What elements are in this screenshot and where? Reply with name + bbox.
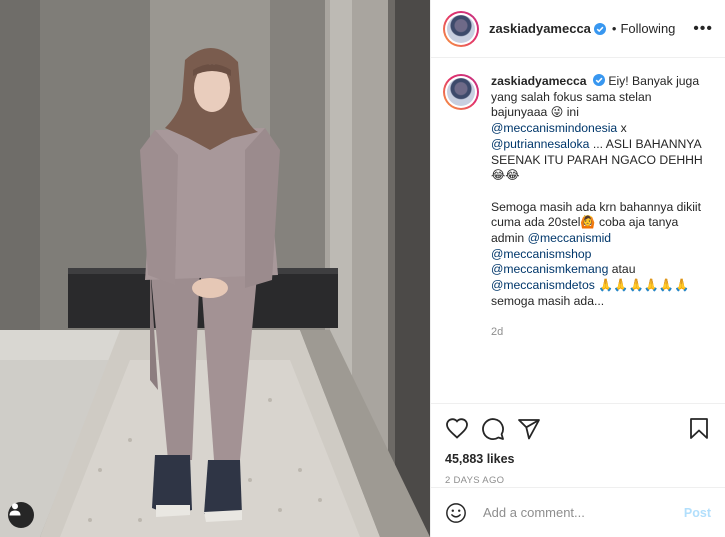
likes-count[interactable]: 45,883 likes <box>445 452 711 466</box>
header-username[interactable]: zaskiadyamecca <box>489 21 591 36</box>
mention-link[interactable]: @meccanismindonesia <box>491 121 617 135</box>
post-modal: zaskiadyamecca • Following ••• zaskiadya… <box>0 0 725 537</box>
action-section: 45,883 likes 2 DAYS AGO <box>431 403 725 486</box>
following-button[interactable]: Following <box>620 21 675 36</box>
post-comment-button[interactable]: Post <box>684 506 711 520</box>
comment-input[interactable] <box>483 505 684 520</box>
bookmark-icon[interactable] <box>687 417 711 441</box>
post-photo[interactable] <box>0 0 430 537</box>
caption-atau: atau <box>608 262 636 277</box>
paper-plane-icon[interactable] <box>517 417 541 441</box>
user-tag-icon <box>9 503 21 516</box>
mention-link[interactable]: @putriannesaloka <box>491 137 589 151</box>
post-side-panel: zaskiadyamecca • Following ••• zaskiadya… <box>430 0 725 537</box>
comment-bar: Post <box>431 487 725 537</box>
mention-link[interactable]: @meccanismdetos <box>491 278 595 292</box>
caption-avatar-inner <box>445 76 477 108</box>
verified-badge-icon <box>592 74 605 86</box>
post-date[interactable]: 2 DAYS AGO <box>445 475 711 486</box>
smiley-icon[interactable] <box>445 502 467 524</box>
caption-text: zaskiadyamecca Eiy! Banyak juga yang sal… <box>491 74 706 310</box>
follow-separator: • <box>611 21 617 36</box>
avatar[interactable] <box>443 10 479 47</box>
caption-timestamp[interactable]: 2d <box>491 326 709 338</box>
comment-icon[interactable] <box>481 417 505 441</box>
mention-link[interactable]: @meccanismshop <box>491 247 591 261</box>
mention-link[interactable]: @meccanismid <box>528 231 612 245</box>
avatar-inner <box>445 12 477 45</box>
avatar-image <box>447 14 475 43</box>
caption-username[interactable]: zaskiadyamecca <box>491 74 587 88</box>
mention-link[interactable]: @meccanismkemang <box>491 262 608 276</box>
photo-illustration <box>0 0 430 537</box>
caption-avatar[interactable] <box>443 74 479 110</box>
post-header: zaskiadyamecca • Following ••• <box>431 0 725 58</box>
caption-avatar-image <box>447 78 475 106</box>
heart-icon[interactable] <box>445 417 469 441</box>
verified-badge-icon <box>593 22 606 35</box>
caption-x: x <box>617 121 627 136</box>
caption-area: zaskiadyamecca Eiy! Banyak juga yang sal… <box>431 58 725 403</box>
more-options-button[interactable]: ••• <box>693 20 713 38</box>
caption-row: zaskiadyamecca Eiy! Banyak juga yang sal… <box>443 74 709 310</box>
tag-people-button[interactable] <box>8 502 34 528</box>
action-icons <box>445 412 711 446</box>
